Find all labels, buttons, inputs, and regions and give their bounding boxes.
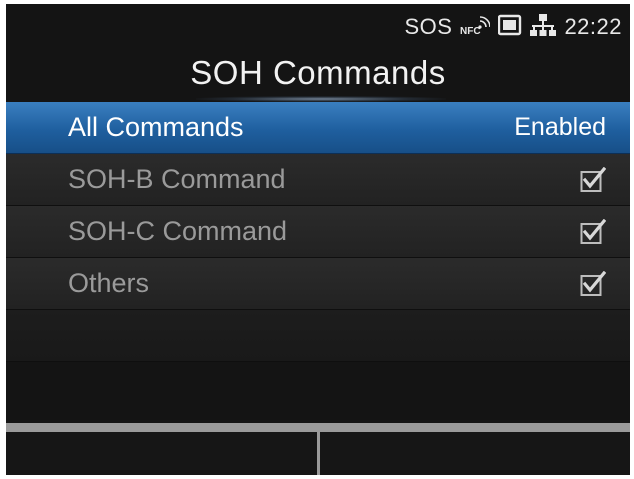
right-softkey[interactable]: [319, 423, 631, 475]
right-softkey-label: [320, 432, 631, 440]
list-item-soh-b-command[interactable]: SOH-B Command: [6, 154, 630, 206]
status-bar: SOS NFC 22:22: [404, 12, 622, 42]
list-item-label: SOH-C Command: [68, 216, 288, 246]
left-softkey-label: [6, 432, 317, 440]
sd-card-icon: [498, 14, 522, 41]
checkbox-checked-icon[interactable]: [580, 166, 606, 193]
checkbox-checked-icon[interactable]: [580, 270, 606, 297]
page-title: SOH Commands: [190, 54, 446, 91]
list-item-label: SOH-B Command: [68, 164, 286, 194]
list-item-label: All Commands: [68, 112, 244, 142]
list-item-soh-c-command[interactable]: SOH-C Command: [6, 206, 630, 258]
list-item-label: Others: [68, 268, 150, 298]
list-item-all-commands[interactable]: All Commands Enabled: [6, 102, 630, 154]
list-item-value: Enabled: [514, 113, 606, 141]
nfc-icon: NFC: [460, 15, 491, 39]
left-softkey[interactable]: [6, 423, 320, 475]
nfc-label: NFC: [460, 26, 481, 37]
network-icon: [530, 13, 557, 42]
list-item-others[interactable]: Others: [6, 258, 630, 310]
clock: 22:22: [564, 14, 622, 39]
softkey-bar: [6, 423, 630, 475]
settings-list: All Commands Enabled SOH-B Command SOH-C…: [6, 102, 630, 362]
sos-indicator: SOS: [404, 14, 453, 39]
checkbox-checked-icon[interactable]: [580, 218, 606, 245]
list-item-empty: [6, 310, 630, 362]
printer-screen: SOS NFC 22:22 SOH Commands All Commands …: [6, 4, 630, 475]
